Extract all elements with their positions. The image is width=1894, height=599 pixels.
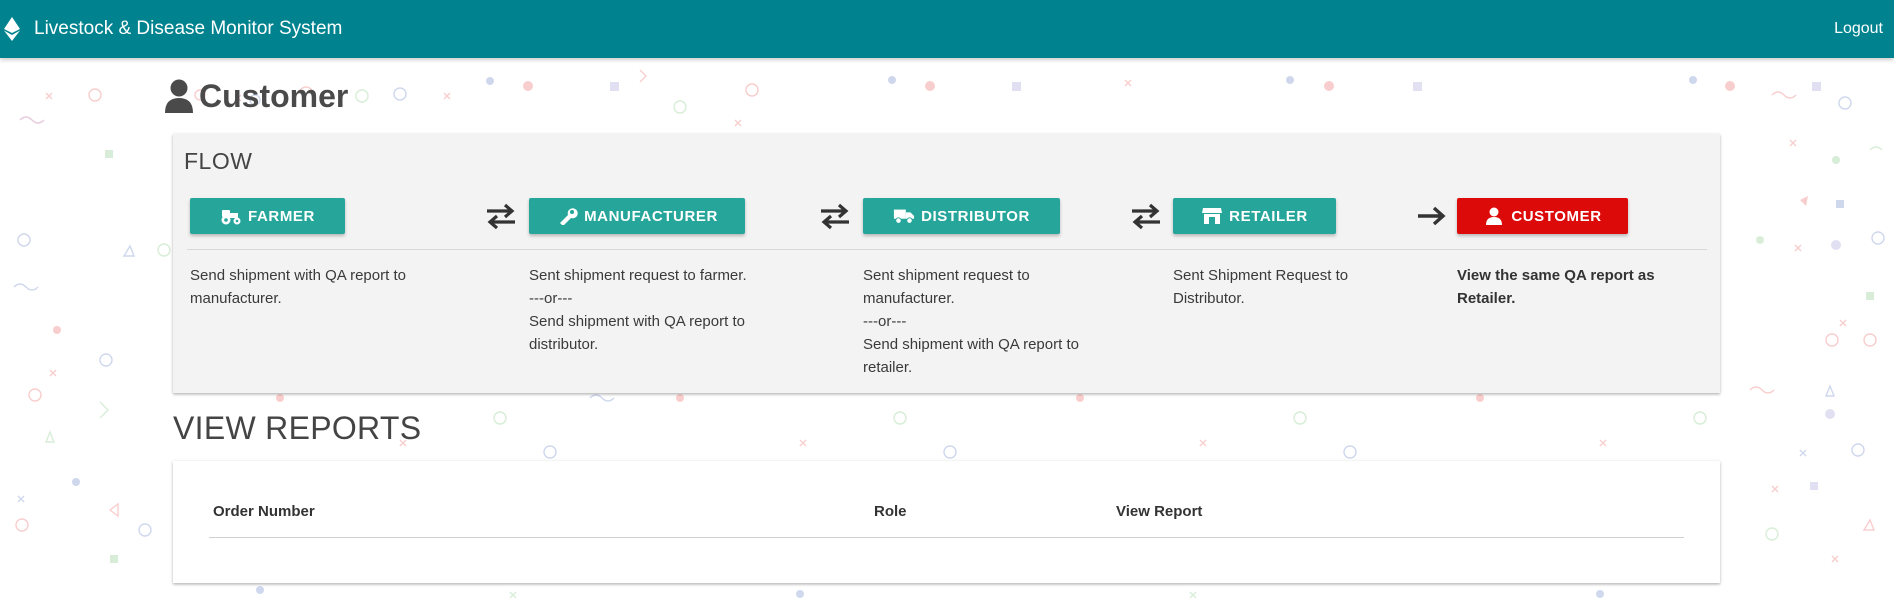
retailer-button-label: RETAILER — [1229, 207, 1308, 225]
retailer-button[interactable]: RETAILER — [1173, 198, 1336, 234]
store-icon — [1202, 208, 1223, 224]
user-icon — [165, 79, 193, 113]
top-navbar: Livestock & Disease Monitor System Logou… — [0, 0, 1894, 58]
right-arrow-icon — [1418, 206, 1446, 226]
truck-icon — [893, 209, 915, 224]
distributor-description: Sent shipment request to manufacturer. -… — [863, 267, 1079, 376]
wrench-icon — [560, 208, 578, 225]
app-title[interactable]: Livestock & Disease Monitor System — [34, 17, 342, 41]
reports-title: VIEW REPORTS — [173, 410, 422, 446]
farmer-description: Send shipment with QA report to manufact… — [190, 267, 406, 307]
page-header: Customer — [163, 76, 348, 116]
distributor-button-label: DISTRIBUTOR — [921, 207, 1030, 225]
user-icon — [1486, 207, 1503, 225]
tractor-icon — [221, 210, 241, 225]
distributor-button[interactable]: DISTRIBUTOR — [863, 198, 1060, 234]
table-header-divider — [209, 537, 1684, 538]
manufacturer-description: Sent shipment request to farmer. ---or--… — [529, 267, 747, 353]
flow-divider — [187, 249, 1707, 250]
flow-title: FLOW — [184, 148, 253, 174]
farmer-button-label: FARMER — [248, 207, 315, 225]
retailer-description: Sent Shipment Request to Distributor. — [1173, 267, 1349, 307]
manufacturer-button-label: MANUFACTURER — [584, 207, 718, 225]
customer-description: View the same QA report as Retailer. — [1457, 267, 1655, 307]
column-header-order-number: Order Number — [213, 503, 315, 520]
column-header-role: Role — [874, 503, 907, 520]
page-title: Customer — [199, 78, 349, 114]
exchange-arrows-icon — [487, 203, 515, 230]
manufacturer-button[interactable]: MANUFACTURER — [529, 198, 745, 234]
reports-table-card: Order Number Role View Report — [173, 461, 1720, 583]
flow-card: FLOW FARMER MANUFACTURER DISTRIBUTOR RET… — [173, 134, 1720, 393]
exchange-arrows-icon — [821, 203, 849, 230]
customer-button[interactable]: CUSTOMER — [1457, 198, 1628, 234]
ethereum-logo-icon — [4, 17, 20, 41]
exchange-arrows-icon — [1132, 203, 1160, 230]
logout-link[interactable]: Logout — [1834, 17, 1883, 41]
farmer-button[interactable]: FARMER — [190, 198, 345, 234]
column-header-view-report: View Report — [1116, 503, 1203, 520]
customer-button-label: CUSTOMER — [1511, 207, 1602, 225]
